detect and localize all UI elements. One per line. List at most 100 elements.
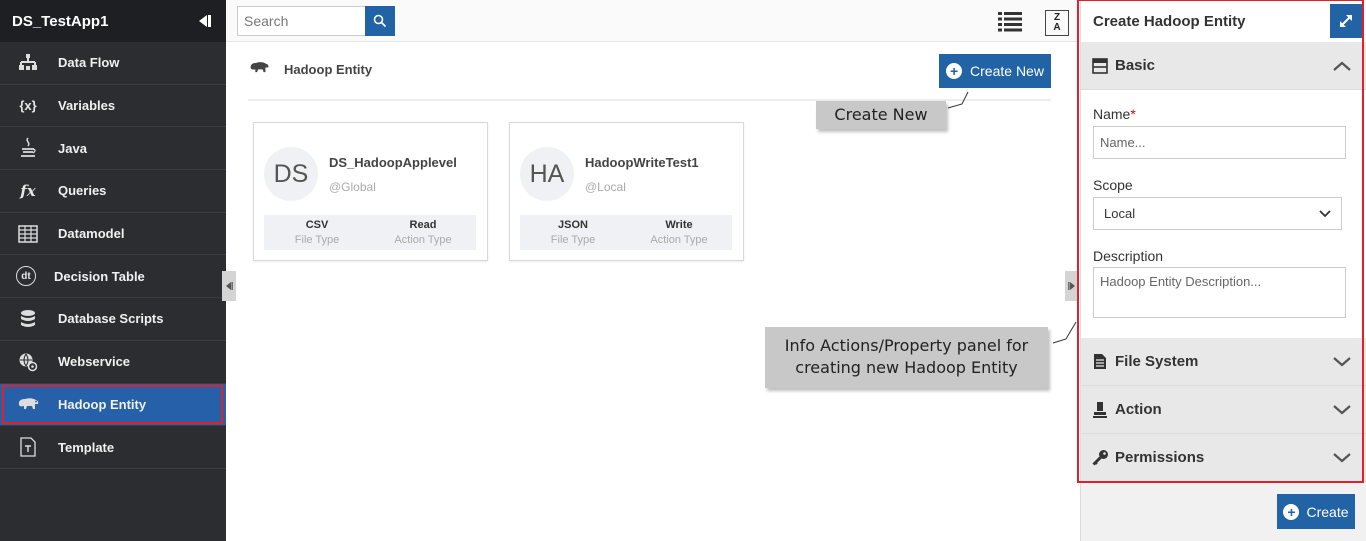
collapse-right-handle[interactable] bbox=[1065, 271, 1079, 301]
sidebar-header: DS_TestApp1 bbox=[0, 0, 226, 42]
sidebar-item-label: Hadoop Entity bbox=[58, 396, 147, 412]
sidebar-item-label: Template bbox=[58, 439, 115, 455]
sidebar-item-decision-table[interactable]: dt Decision Table bbox=[0, 255, 226, 299]
create-new-button[interactable]: + Create New bbox=[939, 54, 1051, 88]
create-button[interactable]: + Create bbox=[1277, 494, 1355, 529]
sidebar-item-variables[interactable]: {x} Variables bbox=[0, 85, 226, 128]
file-type-label: File Type bbox=[294, 234, 340, 246]
sidebar-item-datamodel[interactable]: Datamodel bbox=[0, 213, 226, 256]
sidebar-item-java[interactable]: Java bbox=[0, 127, 226, 171]
entity-scope: @Global bbox=[329, 180, 376, 194]
sidebar: DS_TestApp1 Data Flow {x} Variables Java… bbox=[0, 0, 226, 541]
action-type-label: Action Type bbox=[650, 234, 708, 246]
file-icon bbox=[1091, 353, 1109, 371]
create-new-label: Create New bbox=[970, 63, 1044, 79]
chevron-left-icon bbox=[226, 282, 233, 290]
scope-label: Scope bbox=[1093, 177, 1133, 193]
chevron-down-icon bbox=[1332, 448, 1352, 468]
collapse-sidebar-icon[interactable] bbox=[194, 11, 214, 31]
chevron-right-icon bbox=[1068, 282, 1075, 290]
variables-icon: {x} bbox=[19, 98, 37, 114]
sort-glyph-bottom: A bbox=[1053, 22, 1061, 33]
sidebar-item-label: Java bbox=[58, 140, 87, 156]
sidebar-item-label: Datamodel bbox=[58, 226, 125, 242]
callout-line: Info Actions/Property panel for bbox=[784, 336, 1029, 355]
name-label-text: Name bbox=[1093, 106, 1131, 122]
search-icon bbox=[373, 14, 387, 28]
sidebar-item-template[interactable]: Template bbox=[0, 426, 226, 469]
java-icon bbox=[16, 136, 40, 160]
create-label: Create bbox=[1306, 503, 1349, 520]
entity-meta: JSON File Type Write Action Type bbox=[520, 215, 732, 250]
name-input[interactable] bbox=[1093, 126, 1346, 159]
section-label: Action bbox=[1115, 401, 1162, 418]
chevron-down-icon bbox=[1332, 400, 1352, 420]
section-label: Basic bbox=[1115, 57, 1156, 74]
section-action-header[interactable]: Action bbox=[1081, 386, 1366, 434]
section-basic-body: Name* Scope Local Description bbox=[1081, 90, 1366, 338]
entity-card[interactable]: DS DS_HadoopApplevel @Global CSV File Typ… bbox=[253, 122, 488, 261]
action-icon bbox=[1091, 401, 1109, 419]
toolbar: Z A bbox=[226, 0, 1080, 42]
expand-icon bbox=[1340, 15, 1352, 27]
callout-line: creating new Hadoop Entity bbox=[795, 358, 1018, 377]
callout-info-panel: Info Actions/Property panel for creating… bbox=[765, 327, 1048, 388]
entity-card[interactable]: HA HadoopWriteTest1 @Local JSON File Type… bbox=[509, 122, 744, 261]
avatar: HA bbox=[520, 147, 574, 201]
sort-icon[interactable]: Z A bbox=[1045, 10, 1069, 36]
panel-header: Create Hadoop Entity bbox=[1081, 0, 1366, 42]
queries-icon: fx bbox=[20, 181, 36, 200]
decision-table-icon: dt bbox=[16, 266, 36, 287]
sidebar-item-label: Decision Table bbox=[54, 268, 145, 284]
name-label: Name* bbox=[1093, 106, 1354, 122]
section-title: Hadoop Entity bbox=[284, 61, 373, 77]
description-input[interactable] bbox=[1093, 267, 1346, 318]
file-type-value: JSON bbox=[558, 219, 588, 231]
collapse-left-handle[interactable] bbox=[222, 271, 236, 301]
scope-select[interactable]: Local bbox=[1093, 197, 1342, 230]
search-input[interactable] bbox=[237, 6, 365, 36]
chevron-up-icon bbox=[1332, 56, 1352, 76]
plus-icon: + bbox=[1283, 503, 1300, 520]
list-view-icon[interactable] bbox=[997, 10, 1023, 34]
webservice-icon bbox=[16, 350, 40, 374]
template-icon bbox=[16, 435, 40, 459]
entity-scope: @Local bbox=[585, 180, 626, 194]
expand-button[interactable] bbox=[1330, 4, 1362, 38]
panel-title: Create Hadoop Entity bbox=[1093, 12, 1246, 30]
app-title: DS_TestApp1 bbox=[12, 12, 109, 30]
sidebar-item-hadoop-entity[interactable]: Hadoop Entity bbox=[0, 383, 226, 427]
database-icon bbox=[16, 307, 40, 331]
chevron-down-icon bbox=[1319, 209, 1331, 217]
entity-name: HadoopWriteTest1 bbox=[585, 155, 699, 170]
action-type-value: Read bbox=[409, 219, 437, 231]
file-type-label: File Type bbox=[550, 234, 596, 246]
section-label: Permissions bbox=[1115, 449, 1205, 466]
required-marker: * bbox=[1130, 106, 1136, 122]
sidebar-item-queries[interactable]: fx Queries bbox=[0, 170, 226, 213]
datamodel-icon bbox=[16, 222, 40, 246]
chevron-down-icon bbox=[1332, 352, 1352, 372]
main-content: Z A Hadoop Entity + Create New DS DS_Had… bbox=[222, 0, 1080, 541]
section-header: Hadoop Entity bbox=[248, 60, 372, 78]
section-basic-header[interactable]: Basic bbox=[1081, 42, 1366, 90]
sidebar-item-label: Database Scripts bbox=[58, 311, 164, 327]
hadoop-icon bbox=[248, 60, 270, 78]
action-type-value: Write bbox=[665, 219, 693, 231]
sidebar-item-database-scripts[interactable]: Database Scripts bbox=[0, 298, 226, 341]
callout-create-new: Create New bbox=[816, 101, 946, 129]
sidebar-item-label: Webservice bbox=[58, 354, 131, 370]
description-label: Description bbox=[1093, 248, 1164, 264]
search-button[interactable] bbox=[365, 6, 395, 36]
sidebar-item-webservice[interactable]: Webservice bbox=[0, 341, 226, 384]
sidebar-item-label: Data Flow bbox=[58, 55, 120, 71]
sidebar-item-data-flow[interactable]: Data Flow bbox=[0, 42, 226, 85]
section-file-system-header[interactable]: File System bbox=[1081, 338, 1366, 386]
plus-icon: + bbox=[946, 63, 963, 79]
section-permissions-header[interactable]: Permissions bbox=[1081, 434, 1366, 482]
sidebar-item-label: Queries bbox=[58, 183, 107, 199]
sidebar-item-label: Variables bbox=[58, 98, 116, 114]
action-type-label: Action Type bbox=[394, 234, 452, 246]
file-type-value: CSV bbox=[305, 219, 329, 231]
avatar: DS bbox=[264, 147, 318, 201]
